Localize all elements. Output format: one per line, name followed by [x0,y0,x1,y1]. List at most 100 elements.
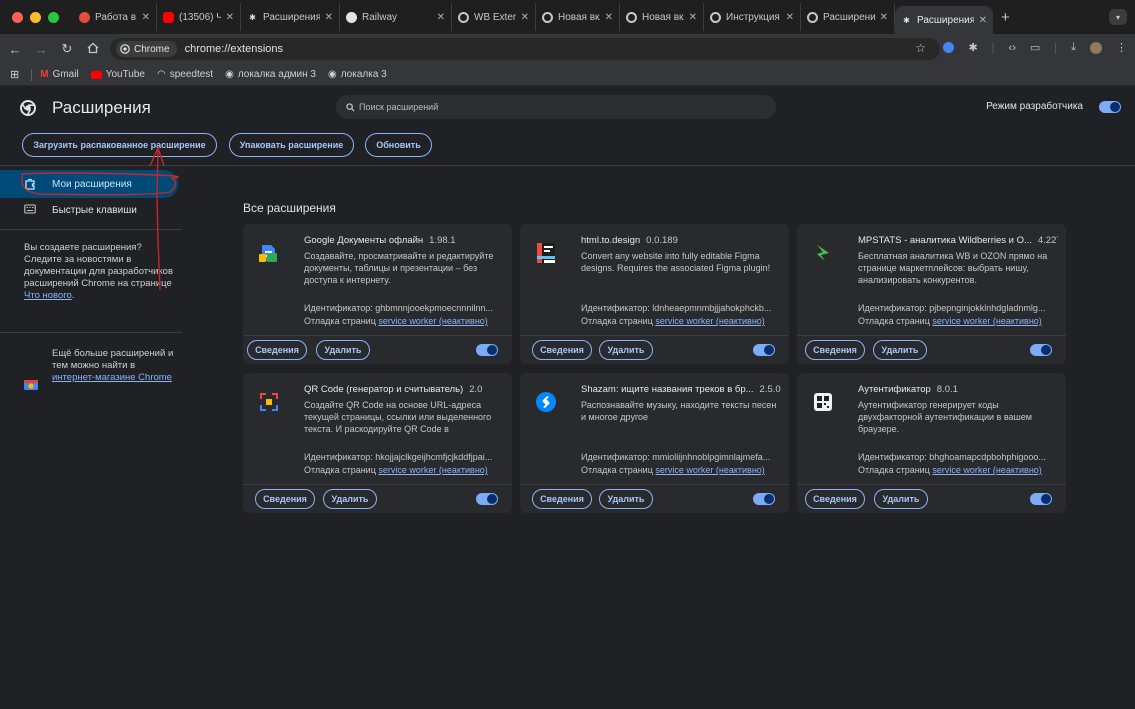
download-icon[interactable]: ⤓ [1071,41,1076,54]
search-extensions-input[interactable]: Поиск расширений [336,95,776,119]
tab-0[interactable]: Работа в Би✕ [73,3,157,31]
address-bar[interactable]: Chrome chrome://extensions ☆ [110,38,940,60]
extension-name: html.to.design 0.0.189 [581,235,678,246]
tab-close-icon[interactable]: ✕ [325,12,333,23]
menu-dots-icon[interactable]: ⋮ [1116,41,1127,54]
back-button[interactable]: ← [4,42,26,57]
code-icon[interactable]: ‹› [1009,42,1016,54]
apps-grid-icon[interactable]: ⊞ [10,68,19,81]
tab-5[interactable]: Новая вклад✕ [536,3,620,31]
tab-close-icon[interactable]: ✕ [605,12,613,23]
enable-toggle[interactable] [753,493,775,505]
pack-extension-button[interactable]: Упаковать расширение [229,133,354,157]
site-info-chip[interactable]: Chrome [116,41,177,57]
bookmark-local[interactable]: ◉ локалка 3 [328,69,387,80]
remove-button[interactable]: Удалить [874,489,928,509]
extension-description: Convert any website into fully editable … [581,251,771,273]
web-store-link[interactable]: интернет-магазине Chrome [52,372,172,383]
window-controls [0,11,73,23]
service-worker-link[interactable]: service worker (неактивно) [932,316,1041,326]
sidebar-item-shortcuts[interactable]: Быстрые клавиши [0,196,178,224]
tab-1[interactable]: (13506) ЧТО✕ [157,3,241,31]
service-worker-link[interactable]: service worker (неактивно) [655,316,764,326]
minimize-window-button[interactable] [30,11,41,23]
forward-button[interactable]: → [30,42,52,57]
sidebar-divider [0,332,182,333]
extension-name: Shazam: ищите названия треков в бр... 2.5… [581,384,781,395]
developer-action-bar: Загрузить распакованное расширение Упако… [0,130,1135,166]
details-button[interactable]: Сведения [247,340,307,360]
tab-close-icon[interactable]: ✕ [437,12,445,23]
tab-close-icon[interactable]: ✕ [521,12,529,23]
update-button[interactable]: Обновить [365,133,432,157]
tab-close-icon[interactable]: ✕ [979,15,987,26]
new-tab-button[interactable]: + [993,9,1018,26]
sidebar-item-my-extensions[interactable]: Мои расширения [0,170,178,198]
enable-toggle[interactable] [753,344,775,356]
details-button[interactable]: Сведения [805,489,865,509]
extension-card: html.to.design 0.0.189 Convert any websit… [520,224,789,364]
tab-close-icon[interactable]: ✕ [689,12,697,23]
developer-mode-toggle[interactable] [1099,101,1121,113]
globe-icon: ◉ [327,69,337,80]
bookmark-youtube[interactable]: YouTube [90,69,145,80]
details-button[interactable]: Сведения [532,489,592,509]
puzzle-icon: ✱ [249,12,256,22]
tab-4[interactable]: WB Extensio✕ [452,3,536,31]
enable-toggle[interactable] [1030,493,1052,505]
load-unpacked-button[interactable]: Загрузить распакованное расширение [22,133,217,157]
bookmark-speedtest[interactable]: ◠ speedtest [157,69,213,80]
reload-button[interactable]: ↻ [56,41,78,57]
remove-button[interactable]: Удалить [316,340,370,360]
sidepanel-icon[interactable]: ▭ [1030,41,1040,54]
bookmark-star-icon[interactable]: ☆ [915,41,926,55]
remove-button[interactable]: Удалить [599,340,653,360]
tab-9[interactable]: ✱ Расширения ✕ [895,6,993,34]
sidebar-divider [0,229,182,230]
tab-6[interactable]: Новая вклад✕ [620,3,704,31]
details-button[interactable]: Сведения [532,340,592,360]
service-worker-link[interactable]: service worker (неактивно) [655,465,764,475]
service-worker-link[interactable]: service worker (неактивно) [378,316,487,326]
railway-icon [346,11,357,23]
tab-close-icon[interactable]: ✕ [880,12,888,23]
tab-close-icon[interactable]: ✕ [786,12,794,23]
service-worker-link[interactable]: service worker (неактивно) [378,465,487,475]
enable-toggle[interactable] [476,344,498,356]
avatar[interactable] [1090,41,1102,54]
extension-id: Идентификатор: pjbepnginjokklnhdgladnmlg… [858,303,1046,313]
tab-7[interactable]: Инструкция ✕ [704,3,801,31]
speedtest-icon: ◠ [156,69,166,80]
bookmarks-separator [31,68,33,81]
extension-name: Google Документы офлайн 1.98.1 [304,235,456,246]
bookmark-local-admin[interactable]: ◉ локалка админ 3 [225,69,316,80]
extension-description: Аутентификатор генерирует коды двухфакто… [858,400,1032,434]
remove-button[interactable]: Удалить [323,489,377,509]
tab-8[interactable]: Расширение✕ [801,3,895,31]
inspect-views: Отладка страниц service worker (неактивн… [858,465,1042,475]
tab-close-icon[interactable]: ✕ [142,12,150,23]
reload-icon: ↻ [61,41,73,56]
enable-toggle[interactable] [476,493,498,505]
tab-2[interactable]: ✱ Расширения ✕ [241,3,340,31]
extensions-puzzle-icon[interactable]: ✱ [968,41,977,54]
maximize-window-button[interactable] [48,11,59,23]
tab-close-icon[interactable]: ✕ [226,12,234,23]
home-button[interactable] [82,42,104,57]
chrome-icon [710,11,721,23]
remove-button[interactable]: Удалить [873,340,927,360]
enable-toggle[interactable] [1030,344,1052,356]
service-worker-link[interactable]: service worker (неактивно) [932,465,1041,475]
details-button[interactable]: Сведения [255,489,315,509]
close-window-button[interactable] [12,11,23,23]
tab-3[interactable]: Railway ✕ [340,3,452,31]
bookmarks-bar: ⊞ M Gmail YouTube ◠ speedtest ◉ локалка адм… [0,64,1135,86]
bookmark-gmail[interactable]: M Gmail [40,69,78,80]
details-button[interactable]: Сведения [805,340,865,360]
tab-search-button[interactable]: ▾ [1109,9,1127,25]
whats-new-link[interactable]: Что нового [24,290,72,301]
card-divider [243,335,512,336]
extension-card: Shazam: ищите названия треков в бр... 2.5… [520,373,789,513]
profile-extension-icon[interactable] [943,42,955,53]
remove-button[interactable]: Удалить [599,489,653,509]
